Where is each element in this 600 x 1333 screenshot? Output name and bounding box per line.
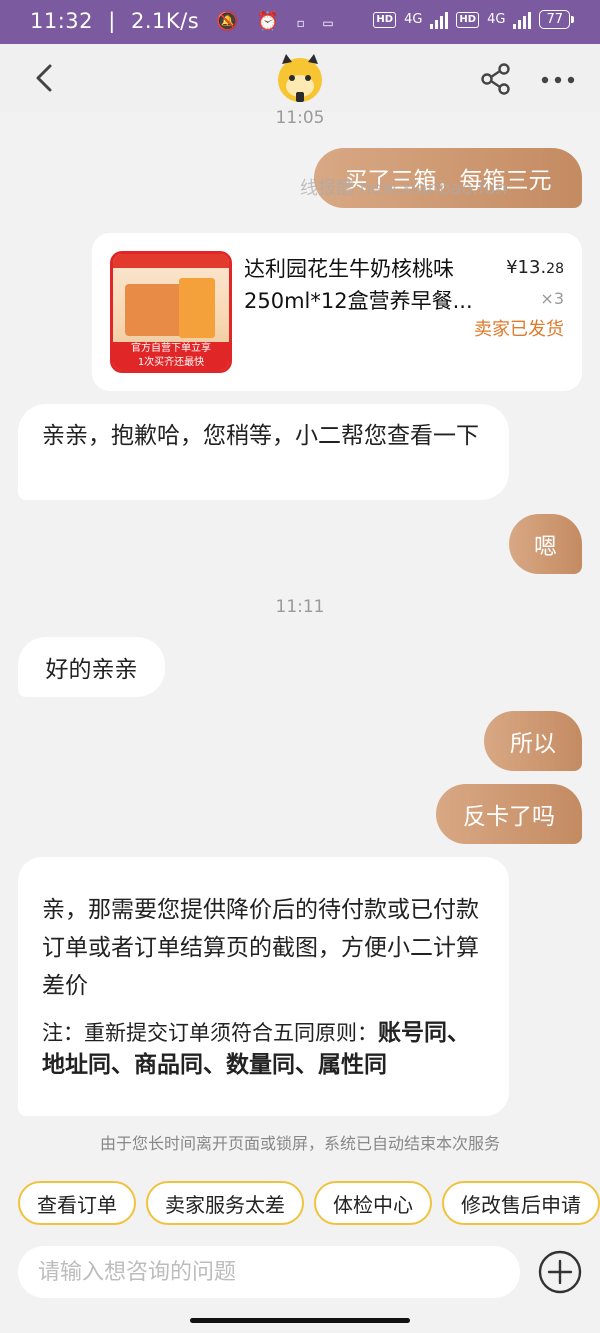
chat-timestamp: 11:11 bbox=[275, 597, 325, 617]
assistant-logo-icon bbox=[278, 54, 322, 102]
status-right: HD 4G HD 4G 77 bbox=[373, 10, 574, 29]
quick-reply-bar: 查看订单 卖家服务太差 体检中心 修改售后申请 bbox=[18, 1181, 600, 1229]
input-bar bbox=[18, 1246, 520, 1298]
alarm-icon: ⏰ bbox=[256, 11, 280, 32]
back-icon[interactable] bbox=[30, 60, 60, 96]
product-image-banner: 官方自营下单立享 1次买齐还最快 bbox=[113, 342, 229, 370]
battery-icon: 77 bbox=[539, 10, 574, 29]
chat-timestamp: 11:05 bbox=[275, 108, 325, 128]
product-image: 官方自营下单立享 1次买齐还最快 bbox=[110, 251, 232, 373]
hd-badge: HD bbox=[373, 11, 397, 28]
network-speed: 2.1K/s bbox=[130, 9, 200, 33]
more-icon[interactable] bbox=[540, 74, 576, 86]
quick-reply-checkup[interactable]: 体检中心 bbox=[314, 1181, 432, 1225]
home-indicator[interactable] bbox=[190, 1318, 410, 1323]
mute-icon: 🔕 bbox=[216, 11, 240, 32]
message-outgoing: 反卡了吗 bbox=[436, 784, 582, 844]
message-text: 亲，那需要您提供降价后的待付款或已付款订单或者订单结算页的截图，方便小二计算差价 bbox=[42, 897, 479, 999]
share-icon[interactable] bbox=[480, 63, 512, 95]
quick-reply-view-order[interactable]: 查看订单 bbox=[18, 1181, 136, 1225]
message-outgoing: 所以 bbox=[484, 711, 582, 771]
watermark-text: 线报酷 new.xianbao.fun bbox=[300, 178, 508, 199]
signal-icon bbox=[430, 11, 449, 29]
message-incoming: 好的亲亲 bbox=[18, 637, 165, 697]
message-input[interactable] bbox=[18, 1246, 498, 1298]
hd-badge-2: HD bbox=[456, 11, 480, 28]
signal-icon-2 bbox=[513, 11, 532, 29]
product-quantity: ×3 bbox=[540, 289, 564, 308]
status-left: 11:32 | 2.1K/s 🔕 ⏰ ▫ ▭ bbox=[30, 9, 335, 33]
message-incoming: 亲亲，抱歉哈，您稍等，小二帮您查看一下 bbox=[18, 404, 509, 500]
network-type-2: 4G bbox=[487, 12, 506, 27]
nav-bar bbox=[0, 44, 600, 112]
app-icon: ▫ bbox=[296, 16, 306, 30]
message-outgoing: 嗯 bbox=[509, 514, 582, 574]
product-title: 达利园花生牛奶核桃味250ml*12盒营养早餐... bbox=[244, 257, 473, 313]
message-icon: ▭ bbox=[322, 16, 335, 30]
product-price: ¥13.28 bbox=[506, 257, 564, 278]
network-type: 4G bbox=[404, 12, 423, 27]
plus-icon[interactable] bbox=[538, 1250, 582, 1294]
quick-reply-complain[interactable]: 卖家服务太差 bbox=[146, 1181, 304, 1225]
system-notice: 由于您长时间离开页面或锁屏，系统已自动结束本次服务 bbox=[99, 1134, 500, 1153]
message-note: 注：重新提交订单须符合五同原则：账号同、地址同、商品同、数量同、属性同 bbox=[42, 1020, 470, 1078]
order-status: 卖家已发货 bbox=[474, 319, 564, 340]
message-incoming: 亲，那需要您提供降价后的待付款或已付款订单或者订单结算页的截图，方便小二计算差价… bbox=[18, 857, 509, 1116]
quick-reply-modify-aftersale[interactable]: 修改售后申请 bbox=[442, 1181, 600, 1225]
product-card[interactable]: 官方自营下单立享 1次买齐还最快 达利园花生牛奶核桃味250ml*12盒营养早餐… bbox=[92, 233, 582, 391]
status-bar: 11:32 | 2.1K/s 🔕 ⏰ ▫ ▭ HD 4G HD 4G 77 bbox=[0, 0, 600, 44]
status-time: 11:32 bbox=[30, 9, 94, 33]
